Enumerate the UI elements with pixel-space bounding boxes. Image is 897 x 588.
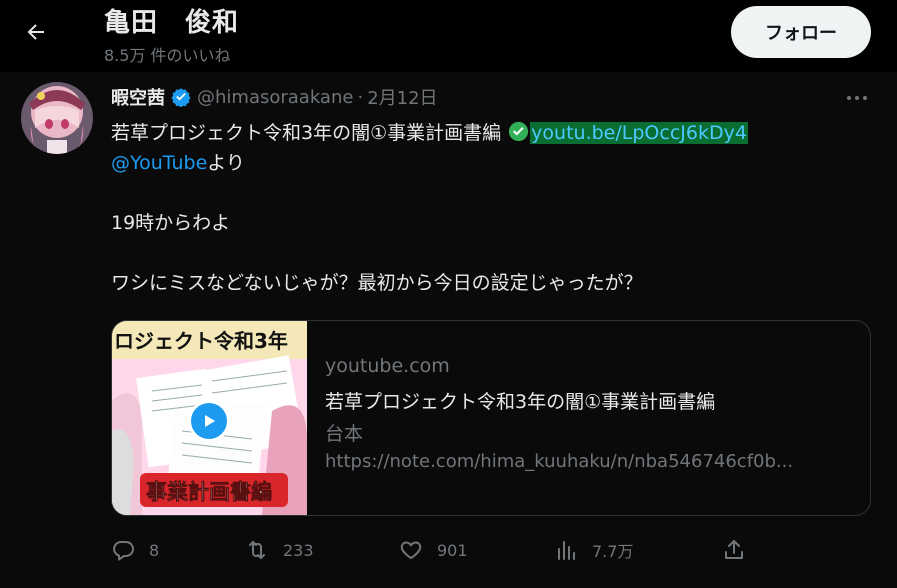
reply-count: 8 — [149, 540, 160, 560]
heart-icon — [399, 538, 423, 562]
back-button[interactable] — [18, 14, 54, 50]
views-chart-icon — [554, 538, 578, 562]
reply-button[interactable]: 8 — [111, 534, 159, 566]
likes-count: 8.5万 件のいいね — [104, 46, 231, 65]
card-description: 台本 — [325, 423, 364, 445]
tweet-header: 暇空茜 @himasoraakane · 2月12日 — [111, 84, 438, 110]
mention-link[interactable]: @YouTube — [111, 152, 207, 174]
tweet-link[interactable]: youtu.be/LpOccJ6kDy4 — [530, 122, 748, 144]
tweet-actions: 8 233 901 7.7万 — [111, 534, 761, 566]
check-mark-emoji-icon — [508, 121, 529, 142]
arrow-left-icon — [27, 24, 44, 40]
card-domain: youtube.com — [325, 355, 450, 377]
profile-name: 亀田 俊和 — [104, 8, 240, 38]
tweet-line-3: 19時からわよ — [111, 212, 231, 234]
tweet-line-1: 若草プロジェクト令和3年の闇①事業計画書編 youtu.be/LpOccJ6kD… — [111, 118, 871, 148]
verified-badge-icon[interactable] — [171, 87, 191, 107]
tweet-line-4: ワシにミスなどないじゃが？最初から今日の設定じゃったが？ — [111, 272, 643, 294]
card-url[interactable]: https://note.com/hima_kuuhaku/n/nba54674… — [325, 451, 845, 472]
follow-button[interactable]: フォロー — [731, 6, 871, 58]
profile-header: 亀田 俊和 8.5万 件のいいね フォロー — [0, 0, 897, 72]
separator: · — [357, 86, 364, 108]
like-count: 901 — [437, 540, 468, 560]
tweet-text: 若草プロジェクト令和3年の闇①事業計画書編 youtu.be/LpOccJ6kD… — [111, 118, 871, 298]
thumbnail-title-text: ロジェクト令和3年 — [114, 329, 288, 353]
play-icon — [205, 415, 215, 427]
display-name[interactable]: 暇空茜 — [111, 84, 165, 110]
retweet-button[interactable]: 233 — [245, 534, 314, 566]
avatar-image — [21, 82, 93, 154]
share-button[interactable] — [722, 534, 760, 566]
more-dots-icon — [847, 96, 867, 100]
card-thumbnail[interactable]: ロジェクト令和3年 事業計画書編 — [112, 321, 307, 515]
link-card[interactable]: ロジェクト令和3年 事業計画書編 youtube.com 若草プロジェクト令和3… — [111, 320, 871, 516]
tweet-line-2: @YouTubeより — [111, 148, 871, 178]
views-button[interactable]: 7.7万 — [554, 534, 633, 566]
share-icon — [722, 538, 746, 562]
retweet-count: 233 — [283, 540, 314, 560]
avatar[interactable] — [21, 82, 93, 154]
views-count: 7.7万 — [592, 542, 634, 561]
thumbnail-badge-text: 事業計画書編 — [146, 480, 272, 504]
retweet-icon — [245, 538, 269, 562]
card-body: youtube.com 若草プロジェクト令和3年の闇①事業計画書編 台本 htt… — [325, 355, 855, 472]
like-button[interactable]: 901 — [399, 534, 468, 566]
tweet-line-1-text: 若草プロジェクト令和3年の闇①事業計画書編 — [111, 122, 508, 144]
card-title[interactable]: 若草プロジェクト令和3年の闇①事業計画書編 — [325, 387, 855, 419]
handle[interactable]: @himasoraakane — [197, 87, 353, 108]
more-button[interactable] — [843, 86, 871, 110]
mention-suffix: より — [207, 152, 245, 174]
tweet[interactable]: 暇空茜 @himasoraakane · 2月12日 若草プロジェクト令和3年の… — [0, 72, 897, 588]
reply-icon — [111, 538, 135, 562]
tweet-date[interactable]: 2月12日 — [367, 84, 437, 110]
play-button[interactable] — [188, 400, 230, 442]
